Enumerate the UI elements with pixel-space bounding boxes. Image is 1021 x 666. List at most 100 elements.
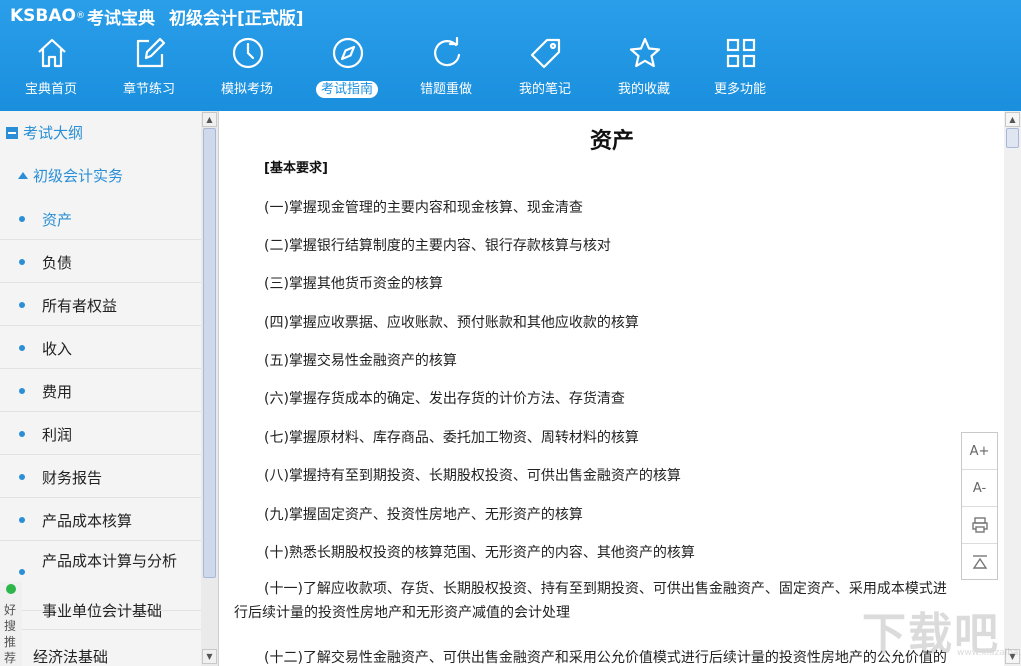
sidebar-scrollbar[interactable]: ▲ ▼ [201, 111, 218, 666]
back-to-top-button[interactable] [962, 544, 997, 581]
star-icon [629, 37, 661, 68]
bullet-icon [19, 345, 25, 351]
nav-label: 章节练习 [122, 82, 175, 97]
content-pane: 资产 [基本要求] (一)掌握现金管理的主要内容和现金核算、现金清查 (二)掌握… [220, 111, 1004, 666]
bullet-icon [19, 259, 25, 265]
bullet-icon [19, 517, 25, 523]
bullet-icon [19, 431, 25, 437]
tree-subject[interactable]: 初级会计实务 [0, 154, 201, 197]
triangle-up-icon [18, 172, 28, 179]
outline-line: (五)掌握交易性金融资产的核算 [264, 353, 457, 369]
nav-item-mock-exam[interactable]: 模拟考场 [199, 34, 295, 106]
requirement-heading: [基本要求] [264, 161, 328, 176]
sidebar-item-label: 利润 [42, 426, 73, 444]
logo-cn-text: 考试宝典 [86, 8, 155, 29]
nav-label: 更多功能 [713, 82, 766, 97]
clock-icon [232, 37, 264, 69]
bullet-icon [19, 216, 25, 222]
scroll-up-arrow-icon[interactable]: ▲ [1005, 112, 1020, 127]
outline-line-wrapped: (十一)了解应收款项、存货、长期股权投资、持有至到期投资、可供出售金融资产、固定… [234, 581, 947, 621]
home-icon [38, 38, 66, 68]
print-button[interactable] [962, 507, 997, 544]
printer-icon [971, 517, 988, 533]
tree-subject-label: 初级会计实务 [33, 167, 124, 185]
scroll-down-arrow-icon[interactable]: ▼ [202, 649, 217, 664]
app-title: 初级会计[正式版] [168, 8, 304, 29]
app-header: KSBAO ® 考试宝典 初级会计[正式版] 宝典首页 章节练习 模拟考场 考试… [0, 0, 1021, 111]
font-decrease-button[interactable]: A- [962, 470, 997, 507]
collapse-icon [6, 126, 18, 139]
outline-line: (一)掌握现金管理的主要内容和现金核算、现金清查 [264, 200, 583, 216]
sidebar-item-liabilities[interactable]: 负债 [0, 240, 201, 283]
sidebar-item-label: 费用 [42, 383, 73, 401]
sidebar-item-label: 收入 [42, 340, 73, 358]
watermark: 下载吧 www.xiazaiba.com [862, 598, 1021, 662]
tag-icon [530, 38, 561, 69]
outline-line: (四)掌握应收票据、应收账款、预付账款和其他应收款的核算 [264, 315, 639, 331]
sidebar-item-label: 资产 [42, 211, 73, 229]
outline-line: (三)掌握其他货币资金的核算 [264, 276, 443, 292]
sidebar-item-assets[interactable]: 资产 [0, 197, 201, 240]
nav-item-notes[interactable]: 我的笔记 [497, 34, 593, 106]
sidebar-item-public-institution[interactable]: 事业单位会计基础 [0, 590, 201, 630]
outline-line: (九)掌握固定资产、投资性房地产、无形资产的核算 [264, 507, 583, 523]
grid-icon [726, 38, 756, 68]
logo-text: KSBAO [10, 6, 76, 26]
promo-text: 好搜推荐 [4, 603, 17, 665]
font-increase-button[interactable]: A+ [962, 433, 997, 470]
arrow-up-icon [972, 555, 987, 569]
sidebar-item-revenue[interactable]: 收入 [0, 326, 201, 369]
sidebar-item-label: 产品成本计算与分析 [42, 552, 178, 570]
sidebar-item-financial-report[interactable]: 财务报告 [0, 455, 201, 498]
compass-icon [332, 37, 364, 69]
sidebar-section-label: 经济法基础 [33, 648, 109, 666]
nav-label: 我的笔记 [518, 82, 571, 97]
nav-item-exam-guide[interactable]: 考试指南 [299, 34, 395, 106]
nav-label: 错题重做 [419, 82, 472, 97]
sidebar-section-economic-law[interactable]: 经济法基础 [0, 641, 201, 666]
nav-label: 模拟考场 [220, 82, 273, 97]
scroll-thumb[interactable] [203, 128, 216, 578]
outline-line: (十二)了解交易性金融资产、可供出售金融资产和采用公允价值模式进行后续计量的投资… [264, 650, 947, 666]
outline-line: (八)掌握持有至到期投资、长期股权投资、可供出售金融资产的核算 [264, 468, 681, 484]
scroll-thumb[interactable] [1006, 128, 1019, 148]
nav-item-more[interactable]: 更多功能 [692, 34, 788, 106]
sidebar-item-label: 产品成本核算 [42, 512, 133, 530]
edit-icon [136, 37, 166, 68]
sidebar-item-label: 负债 [42, 254, 73, 272]
sidebar-item-equity[interactable]: 所有者权益 [0, 283, 201, 326]
chapter-list: 资产 负债 所有者权益 收入 费用 利润 财务报告 产品成本核算 产品成本计算与… [0, 197, 201, 611]
reading-tools: A+ A- [961, 432, 998, 580]
scroll-up-arrow-icon[interactable]: ▲ [202, 112, 217, 127]
nav-label: 考试指南 [315, 81, 378, 98]
outline-line: (七)掌握原材料、库存商品、委托加工物资、周转材料的核算 [264, 430, 639, 446]
sidebar-item-profit[interactable]: 利润 [0, 412, 201, 455]
title-bar: KSBAO ® 考试宝典 初级会计[正式版] [10, 4, 304, 29]
outline-line: (二)掌握银行结算制度的主要内容、银行存款核算与核对 [264, 238, 611, 254]
watermark-url: www.xiazaiba.com [957, 648, 1021, 658]
nav-label: 宝典首页 [24, 82, 77, 97]
sidebar: 考试大纲 初级会计实务 资产 负债 所有者权益 收入 费用 利润 财务报告 产品… [0, 111, 219, 666]
outline-line: (六)掌握存货成本的确定、发出存货的计价方法、存货清查 [264, 391, 625, 407]
bullet-icon [19, 302, 25, 308]
bullet-icon [19, 388, 25, 394]
nav-item-redo-wrong[interactable]: 错题重做 [398, 34, 494, 106]
sidebar-item-product-cost[interactable]: 产品成本核算 [0, 498, 201, 541]
nav-item-home[interactable]: 宝典首页 [3, 34, 99, 106]
refresh-icon [434, 36, 461, 67]
tree-root[interactable]: 考试大纲 [0, 111, 201, 154]
nav-item-chapter-practice[interactable]: 章节练习 [101, 34, 197, 106]
nav-item-favorites[interactable]: 我的收藏 [596, 34, 692, 106]
sidebar-item-label: 财务报告 [42, 469, 103, 487]
registered-mark: ® [75, 11, 85, 21]
sidebar-item-label: 所有者权益 [42, 297, 118, 315]
sidebar-item-expenses[interactable]: 费用 [0, 369, 201, 412]
nav-label: 我的收藏 [617, 82, 670, 97]
outline-line: (十)熟悉长期股权投资的核算范围、无形资产的内容、其他资产的核算 [264, 545, 695, 561]
sidebar-item-label: 事业单位会计基础 [42, 602, 163, 620]
promo-widget[interactable]: 好搜推荐 [0, 582, 22, 666]
status-dot-icon [6, 584, 16, 594]
bullet-icon [19, 474, 25, 480]
bullet-icon [19, 569, 25, 575]
content-scrollbar[interactable]: ▲ ▼ [1004, 111, 1021, 666]
